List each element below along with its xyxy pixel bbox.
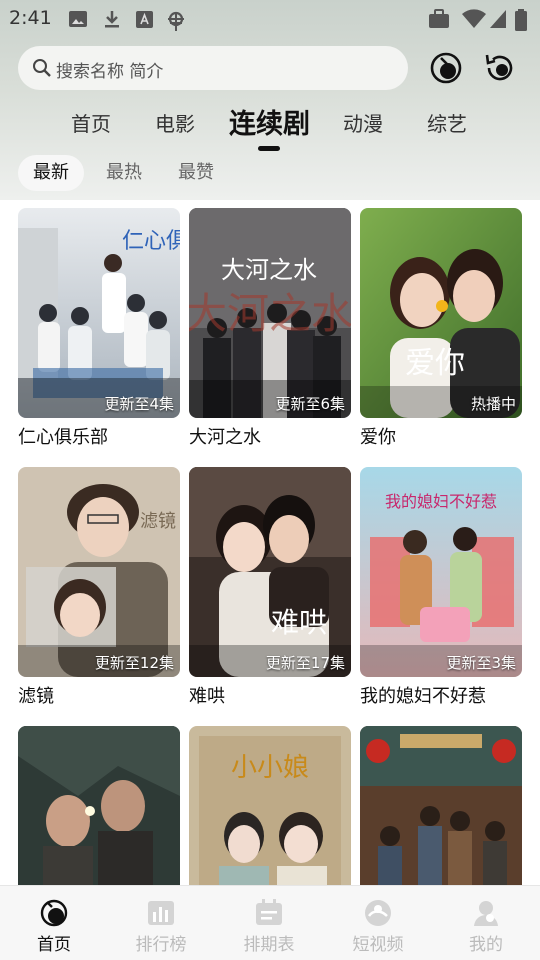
text-notification-icon — [136, 11, 153, 28]
series-poster[interactable] — [360, 726, 522, 885]
nav-profile[interactable]: 我的 — [446, 898, 526, 955]
episode-badge: 更新至3集 — [446, 654, 516, 672]
series-card[interactable]: 难哄 更新至17集 难哄 — [189, 467, 351, 708]
sort-hottest-chip[interactable]: 最热 — [106, 155, 142, 191]
series-poster[interactable]: 小小娘 — [189, 726, 351, 885]
poster-watermark-text: 大河之水 — [189, 289, 351, 338]
episode-badge: 更新至17集 — [265, 654, 345, 672]
search-placeholder: 搜索名称 简介 — [56, 62, 164, 82]
nav-profile-label: 我的 — [469, 935, 503, 955]
status-bar: 2:41 — [0, 0, 540, 38]
home-icon — [40, 899, 68, 927]
series-card[interactable] — [18, 726, 180, 885]
search-icon — [33, 59, 51, 77]
sort-latest-chip[interactable]: 最新 — [18, 155, 84, 191]
nav-home-label: 首页 — [37, 935, 71, 955]
cellular-signal-icon — [490, 10, 506, 28]
poster-title-text: 爱你 — [405, 346, 465, 381]
profile-icon — [474, 901, 498, 926]
episode-badge: 更新至4集 — [104, 395, 174, 413]
series-title: 难哄 — [189, 686, 225, 707]
nav-short-video[interactable]: 短视频 — [338, 898, 418, 955]
series-poster[interactable]: 爱你 热播中 — [360, 208, 522, 418]
series-poster[interactable]: 我的媳妇不好惹 更新至3集 — [360, 467, 522, 677]
poster-title-text: 仁心俱乐部 — [122, 229, 180, 254]
play-history-icon[interactable] — [428, 50, 464, 86]
series-title: 我的媳妇不好惹 — [360, 686, 486, 707]
series-poster[interactable]: 滤镜 更新至12集 — [18, 467, 180, 677]
short-video-icon — [365, 900, 391, 926]
status-time: 2:41 — [9, 7, 52, 29]
nav-short-video-label: 短视频 — [352, 935, 404, 955]
series-poster[interactable]: 仁心俱乐部 更新至4集 — [18, 208, 180, 418]
bottom-navigation: 首页 排行榜 排期表 短视频 我的 — [0, 885, 540, 960]
poster-title-text: 大河之水 — [221, 256, 317, 284]
poster-title-text: 我的媳妇不好惹 — [385, 492, 497, 511]
series-grid: 仁心俱乐部 更新至4集 仁心俱乐部 大河之水 大河之水 更新至6集 大河之水 — [0, 200, 540, 885]
nav-ranking[interactable]: 排行榜 — [121, 898, 201, 955]
nav-schedule[interactable]: 排期表 — [229, 898, 309, 955]
poster-title-text: 滤镜 — [140, 511, 176, 532]
series-poster[interactable]: 难哄 更新至17集 — [189, 467, 351, 677]
sort-most-liked-chip[interactable]: 最赞 — [178, 155, 214, 191]
battery-icon — [515, 9, 527, 31]
series-title: 大河之水 — [189, 427, 261, 448]
episode-badge: 更新至12集 — [94, 654, 174, 672]
poster-title-text: 难哄 — [271, 606, 327, 639]
series-title: 仁心俱乐部 — [18, 427, 108, 448]
active-tab-indicator — [258, 146, 280, 151]
series-card[interactable]: 小小娘 — [189, 726, 351, 885]
wifi-icon — [462, 9, 486, 28]
series-title: 滤镜 — [18, 686, 54, 707]
series-card[interactable]: 仁心俱乐部 更新至4集 仁心俱乐部 — [18, 208, 180, 449]
series-card[interactable] — [360, 726, 522, 885]
series-title: 爱你 — [360, 427, 396, 448]
refresh-history-icon[interactable] — [482, 50, 518, 86]
image-notification-icon — [69, 11, 87, 27]
tab-series[interactable]: 连续剧 — [229, 102, 310, 141]
calendar-icon — [256, 899, 282, 925]
bug-notification-icon — [168, 11, 184, 31]
series-card[interactable]: 爱你 热播中 爱你 — [360, 208, 522, 449]
channel-tabs: 首页 电影 连续剧 动漫 综艺 — [0, 100, 540, 150]
tab-anime[interactable]: 动漫 — [343, 108, 383, 137]
nav-home[interactable]: 首页 — [14, 898, 94, 955]
tab-home[interactable]: 首页 — [71, 108, 111, 137]
nav-ranking-label: 排行榜 — [135, 935, 187, 955]
series-card[interactable]: 大河之水 大河之水 更新至6集 大河之水 — [189, 208, 351, 449]
tab-movies[interactable]: 电影 — [155, 108, 195, 137]
series-card[interactable]: 我的媳妇不好惹 更新至3集 我的媳妇不好惹 — [360, 467, 522, 708]
tab-variety[interactable]: 综艺 — [427, 108, 467, 137]
series-poster[interactable] — [18, 726, 180, 885]
nav-schedule-label: 排期表 — [243, 935, 295, 955]
search-bar[interactable]: 搜索名称 简介 — [18, 46, 408, 90]
series-poster[interactable]: 大河之水 大河之水 更新至6集 — [189, 208, 351, 418]
episode-badge: 更新至6集 — [275, 395, 345, 413]
status-badge: 热播中 — [470, 395, 516, 413]
download-notification-icon — [105, 11, 119, 28]
ranking-icon — [148, 901, 174, 925]
poster-title-text: 小小娘 — [231, 753, 309, 783]
briefcase-icon — [429, 9, 449, 28]
series-card[interactable]: 滤镜 更新至12集 滤镜 — [18, 467, 180, 708]
